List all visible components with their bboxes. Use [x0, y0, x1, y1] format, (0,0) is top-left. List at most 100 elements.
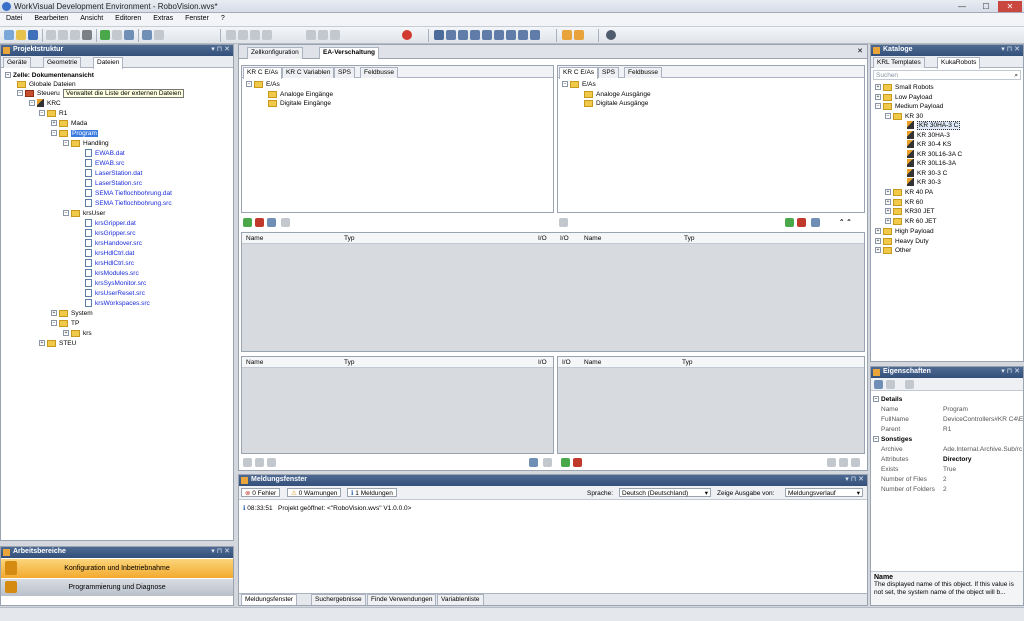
tree-item[interactable]: + KR 40 PA [885, 188, 933, 197]
robot-item[interactable]: KR 30-3 [907, 178, 941, 187]
file-item[interactable]: LaserStation.src [85, 179, 142, 188]
tab-sps[interactable]: SPS [334, 67, 356, 78]
tree-item[interactable]: Globale Dateien [17, 80, 76, 89]
tool-icon[interactable] [446, 30, 456, 40]
remove-icon[interactable] [112, 30, 122, 40]
col-typ[interactable]: Typ [682, 359, 692, 366]
tree-cell[interactable]: − Zelle: Dokumentenansicht [5, 71, 94, 80]
col-typ[interactable]: Typ [344, 359, 354, 366]
menu-editoren[interactable]: Editoren [109, 13, 147, 22]
edit-icon[interactable] [255, 458, 264, 467]
col-name[interactable]: Name [246, 235, 263, 242]
file-item[interactable]: SEMA Tieflochbohrung.dat [85, 189, 172, 198]
message-row[interactable]: ℹ 08:33:51 Projekt geöffnet: <"RoboVisio… [243, 504, 411, 513]
tree-item[interactable]: + Low Payload [875, 93, 932, 102]
robot-item[interactable]: KR 30-4 KS [907, 140, 951, 149]
redo-icon[interactable] [154, 30, 164, 40]
categorized-icon[interactable] [874, 380, 883, 389]
section-details[interactable]: − Details [873, 395, 902, 404]
file-item[interactable]: krsSysMonitor.src [85, 279, 146, 288]
tab-geraete[interactable]: Geräte [3, 57, 31, 68]
tab-sps[interactable]: SPS [598, 67, 620, 78]
tab-kukarobots[interactable]: KukaRobots [937, 57, 981, 69]
connect-icon[interactable] [785, 218, 794, 227]
prop-value[interactable]: Program [943, 405, 968, 414]
deploy-icon[interactable] [562, 30, 572, 40]
delete-icon[interactable] [82, 30, 92, 40]
filter-icon[interactable] [543, 458, 552, 467]
tab-geometrie[interactable]: Geometrie [43, 57, 82, 68]
tree-item[interactable]: + KR 60 JET [885, 217, 936, 226]
file-item[interactable]: krsHdlCtrl.dat [85, 249, 134, 258]
tree-item[interactable]: + Mada [51, 119, 87, 128]
tree-item[interactable]: − E/As [562, 80, 596, 89]
tree-item[interactable]: + krs [63, 329, 92, 338]
tree-item[interactable]: − E/As [246, 80, 280, 89]
tree-item[interactable]: Digitale Eingänge [268, 99, 331, 108]
tab-krc-eas[interactable]: KR C E/As [243, 67, 283, 79]
robot-item[interactable]: KR 30L16-3A C [907, 150, 962, 159]
collapse-up-icon[interactable]: ⌃ ⌃ [839, 218, 852, 227]
close-button[interactable]: ✕ [998, 1, 1022, 12]
menu-datei[interactable]: Datei [0, 13, 28, 22]
tool-icon[interactable] [506, 30, 516, 40]
tool-icon[interactable] [494, 30, 504, 40]
robot-item[interactable]: KR 30-3 C [907, 169, 947, 178]
save-icon[interactable] [28, 30, 38, 40]
pin-icon[interactable] [827, 458, 836, 467]
edit-icon[interactable] [839, 458, 848, 467]
pause-icon[interactable] [318, 30, 328, 40]
filter-icon[interactable] [559, 218, 568, 227]
tree-item[interactable]: − Medium Payload [875, 102, 943, 111]
tree-item[interactable]: Analoge Eingänge [268, 90, 333, 99]
tree-item[interactable]: − KR 30 [885, 112, 923, 121]
errors-filter[interactable]: ⊗ 0 Fehler [241, 488, 281, 497]
tool-icon[interactable] [530, 30, 540, 40]
edit-icon[interactable] [851, 458, 860, 467]
compile-icon[interactable] [574, 30, 584, 40]
col-io[interactable]: I/O [538, 359, 547, 366]
cut-icon[interactable] [46, 30, 56, 40]
pin-icon[interactable] [243, 458, 252, 467]
tab-variablenliste[interactable]: Variablenliste [437, 594, 484, 605]
panel-controls[interactable]: ▾ ⊓ ✕ [211, 45, 230, 53]
tree-item[interactable]: + STEU [39, 339, 76, 348]
tab-krc-variablen[interactable]: KR C Variablen [282, 67, 335, 78]
tool-icon[interactable] [250, 30, 260, 40]
language-select[interactable]: Deutsch (Deutschland) ▾ [619, 488, 711, 497]
col-io[interactable]: I/O [538, 235, 547, 242]
col-name[interactable]: Name [246, 359, 263, 366]
tree-item[interactable]: − Handling [63, 139, 109, 148]
tree-item[interactable]: − R1 [39, 109, 67, 118]
file-item[interactable]: krsHandover.src [85, 239, 142, 248]
filter-icon[interactable] [529, 458, 538, 467]
edit-icon[interactable] [811, 218, 820, 227]
tool-icon[interactable] [262, 30, 272, 40]
col-io[interactable]: I/O [560, 235, 569, 242]
file-item[interactable]: SEMA Tieflochbohrung.src [85, 199, 172, 208]
file-item[interactable]: krsModules.src [85, 269, 139, 278]
tree-item[interactable]: Analoge Ausgänge [584, 90, 651, 99]
menu-help[interactable]: ? [215, 13, 231, 22]
menu-fenster[interactable]: Fenster [179, 13, 215, 22]
close-editor-button[interactable]: ✕ [857, 47, 863, 55]
robot-item-selected[interactable]: KR 30HA-3 C [907, 121, 961, 130]
tree-item[interactable]: − krsUser [63, 209, 105, 218]
help-icon[interactable] [606, 30, 616, 40]
col-typ[interactable]: Typ [344, 235, 354, 242]
tree-item[interactable]: − KRC [29, 99, 61, 108]
tree-item[interactable]: + KR 60 [885, 198, 923, 207]
prop-value[interactable]: True [943, 465, 956, 474]
tree-item[interactable]: − Steueru [17, 89, 60, 98]
tree-item-selected[interactable]: − Program [51, 129, 98, 138]
prop-value[interactable]: DeviceControllers#KR C4\E [943, 415, 1023, 424]
connect-icon[interactable] [243, 218, 252, 227]
file-item[interactable]: krsGripper.src [85, 229, 135, 238]
warnings-filter[interactable]: ⚠ 0 Warnungen [287, 488, 342, 497]
tab-meldungsfenster[interactable]: Meldungsfenster [241, 594, 298, 605]
tree-item[interactable]: + Heavy Duty [875, 237, 929, 246]
property-pages-icon[interactable] [905, 380, 914, 389]
paste-icon[interactable] [70, 30, 80, 40]
tool-icon[interactable] [458, 30, 468, 40]
add-icon[interactable] [100, 30, 110, 40]
